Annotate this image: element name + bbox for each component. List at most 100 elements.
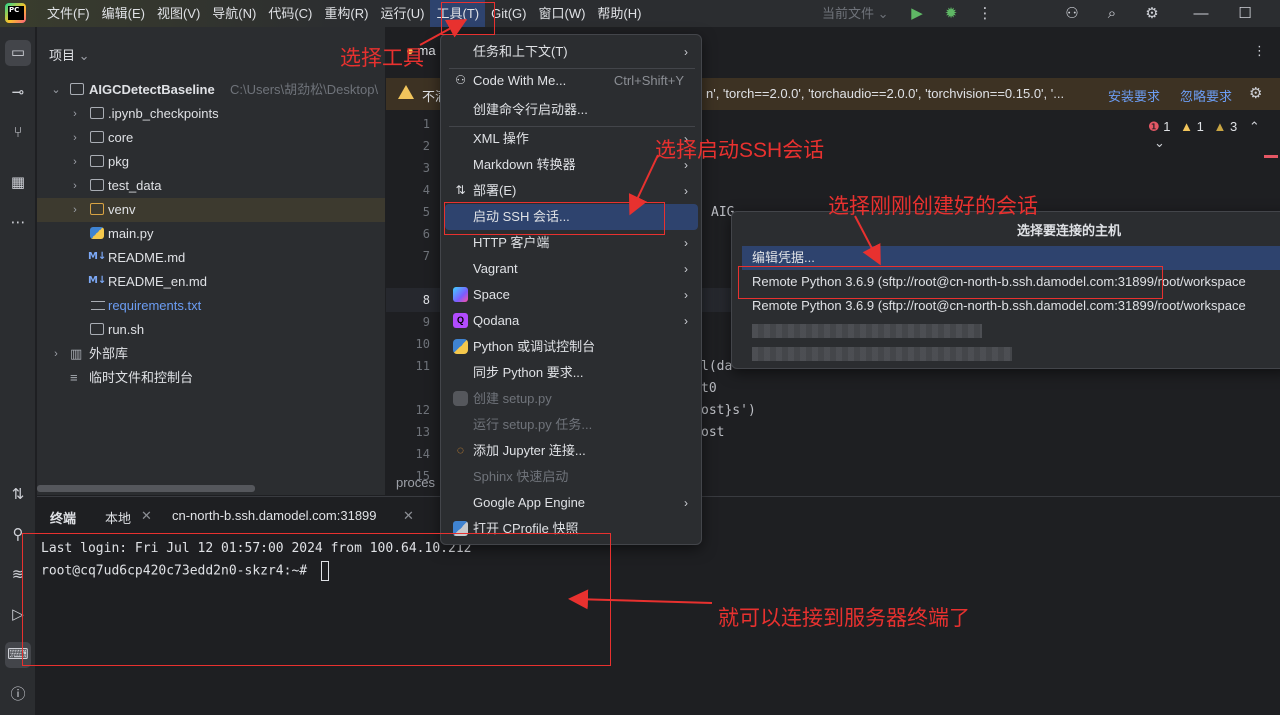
tree-item[interactable]: main.py	[37, 222, 385, 246]
more-vertical-icon[interactable]: ⋮	[1253, 43, 1266, 59]
terminal-tab-local[interactable]: 本地	[105, 508, 131, 527]
tree-item-label: 外部库	[89, 346, 129, 361]
debug-icon[interactable]: ✹	[940, 3, 962, 25]
breadcrumb-partial[interactable]: proces	[396, 475, 435, 490]
tree-item[interactable]: › venv	[37, 198, 385, 222]
close-icon[interactable]: ✕	[141, 508, 152, 524]
more-vertical-icon[interactable]: ⋮	[974, 3, 996, 25]
chevron-down-icon: ⌄	[877, 6, 889, 21]
terminal-tab-ssh[interactable]: cn-north-b.ssh.damodel.com:31899	[172, 508, 377, 523]
menu-item-code-with-me[interactable]: ⚇ Code With Me... Ctrl+Shift+Y	[445, 68, 698, 94]
menu-help[interactable]: 帮助(H)	[591, 0, 647, 27]
menu-refactor[interactable]: 重构(R)	[318, 0, 374, 27]
chevron-right-icon[interactable]: ›	[68, 102, 82, 126]
tree-item[interactable]: › .ipynb_checkpoints	[37, 102, 385, 126]
blurred-host-item[interactable]	[752, 347, 1012, 361]
folder-icon	[90, 179, 104, 191]
menu-item-create-setup-py: 创建 setup.py	[445, 386, 698, 412]
maximize-icon[interactable]: ☐	[1234, 3, 1256, 25]
menu-item-label: 添加 Jupyter 连接...	[473, 443, 586, 458]
scratches-icon: ≡	[70, 370, 78, 385]
chevron-right-icon: ›	[684, 314, 688, 328]
git-branch-icon[interactable]: ⑂	[5, 120, 31, 146]
annotation-box-ssh-item	[444, 202, 665, 235]
tree-item[interactable]: M↓ README_en.md	[37, 270, 385, 294]
menu-navigate[interactable]: 导航(N)	[206, 0, 262, 27]
error-stripe-marker[interactable]	[1264, 155, 1278, 158]
tree-item[interactable]: › test_data	[37, 174, 385, 198]
search-icon[interactable]: ⌕	[1101, 3, 1123, 25]
problems-icon[interactable]: ⓘ	[5, 682, 31, 708]
menu-item-label: 任务和上下文(T)	[473, 44, 568, 59]
tree-item[interactable]: › pkg	[37, 150, 385, 174]
pycharm-logo-icon[interactable]	[5, 3, 26, 23]
annotation-box-host-item	[738, 266, 1163, 299]
run-icon[interactable]: ▶	[906, 3, 928, 25]
install-requirements-link[interactable]: 安装要求	[1108, 86, 1160, 105]
settings-gear-icon[interactable]: ⚙	[1249, 84, 1262, 102]
tree-item[interactable]: run.sh	[37, 318, 385, 342]
menu-item-google-app-engine[interactable]: Google App Engine ›	[445, 490, 698, 516]
structure-icon[interactable]: ▦	[5, 170, 31, 196]
menu-item-create-launcher[interactable]: 创建命令行启动器...	[445, 97, 698, 123]
menu-view[interactable]: 视图(V)	[151, 0, 206, 27]
menu-code[interactable]: 代码(C)	[262, 0, 318, 27]
menu-item-vagrant[interactable]: Vagrant ›	[445, 256, 698, 282]
menu-item-label: 运行 setup.py 任务...	[473, 417, 593, 432]
root-folder-name: AIGCDetectBaseline	[89, 82, 215, 97]
line-number: 4	[422, 183, 430, 197]
chevron-right-icon[interactable]: ›	[68, 126, 82, 150]
menu-item-sync-requirements[interactable]: 同步 Python 要求...	[445, 360, 698, 386]
inspection-widget[interactable]: ❶ 1 ▲ 1 ▲ 3 ⌃ ⌄	[1148, 119, 1280, 151]
chevron-right-icon[interactable]: ›	[68, 150, 82, 174]
line-number: 12	[415, 403, 430, 417]
more-horizontal-icon[interactable]: ⋯	[5, 210, 31, 236]
tree-item[interactable]: requirements.txt	[37, 294, 385, 318]
commit-icon[interactable]: ⊸	[5, 80, 31, 106]
chevron-up-icon[interactable]: ⌃	[1249, 119, 1260, 134]
menu-item-qodana[interactable]: Q Qodana ›	[445, 308, 698, 334]
chevron-down-icon[interactable]: ⌄	[49, 78, 63, 102]
settings-gear-icon[interactable]: ⚙	[1141, 3, 1163, 25]
run-config-label: 当前文件	[822, 6, 875, 21]
menu-file[interactable]: 文件(F)	[41, 0, 96, 27]
menu-item-deployment[interactable]: ⇅ 部署(E) ›	[445, 178, 698, 204]
menu-item-tasks-context[interactable]: 任务和上下文(T) ›	[445, 39, 698, 65]
add-user-icon[interactable]: ⚇	[1061, 3, 1083, 25]
project-folder-icon[interactable]: ▭	[5, 40, 31, 66]
folder-icon	[90, 155, 104, 167]
run-config-selector[interactable]: 当前文件 ⌄	[822, 0, 889, 27]
chevron-right-icon[interactable]: ›	[68, 174, 82, 198]
person-icon: ⚇	[455, 73, 466, 87]
chevron-right-icon[interactable]: ›	[68, 198, 82, 222]
chevron-down-icon: ⌄	[78, 48, 90, 63]
menu-edit[interactable]: 编辑(E)	[96, 0, 151, 27]
close-icon[interactable]: ✕	[403, 508, 414, 524]
line-number: 7	[422, 249, 430, 263]
menu-item-space[interactable]: Space ›	[445, 282, 698, 308]
project-panel-header[interactable]: 项目 ⌄	[49, 45, 90, 64]
chevron-right-icon[interactable]: ›	[49, 342, 63, 366]
ignore-requirements-link[interactable]: 忽略要求	[1180, 86, 1232, 105]
horizontal-scrollbar[interactable]	[37, 485, 255, 492]
chevron-down-icon[interactable]: ⌄	[1154, 135, 1165, 150]
annotation-connected: 就可以连接到服务器终端了	[718, 607, 970, 630]
tree-item[interactable]: M↓ README.md	[37, 246, 385, 270]
menu-window[interactable]: 窗口(W)	[532, 0, 591, 27]
line-number: 3	[422, 161, 430, 175]
tree-scratches[interactable]: ≡ 临时文件和控制台	[37, 366, 385, 390]
minimize-icon[interactable]: —	[1190, 3, 1212, 25]
tree-root[interactable]: ⌄ AIGCDetectBaseline C:\Users\胡劲松\Deskto…	[37, 78, 385, 102]
menu-item-shortcut: Ctrl+Shift+Y	[613, 73, 684, 88]
menu-item-label: Vagrant	[473, 261, 518, 276]
warning-count: 1	[1196, 119, 1204, 134]
blurred-host-item[interactable]	[752, 324, 982, 338]
version-control-icon[interactable]: ⇅	[5, 482, 31, 508]
tree-item[interactable]: › core	[37, 126, 385, 150]
menu-item-python-console[interactable]: Python 或调试控制台	[445, 334, 698, 360]
tree-item-label: test_data	[108, 178, 162, 193]
menu-item-add-jupyter[interactable]: ◌ 添加 Jupyter 连接...	[445, 438, 698, 464]
menu-run[interactable]: 运行(U)	[374, 0, 430, 27]
tree-external-libs[interactable]: › ▥ 外部库	[37, 342, 385, 366]
tree-item-label: .ipynb_checkpoints	[108, 106, 219, 121]
